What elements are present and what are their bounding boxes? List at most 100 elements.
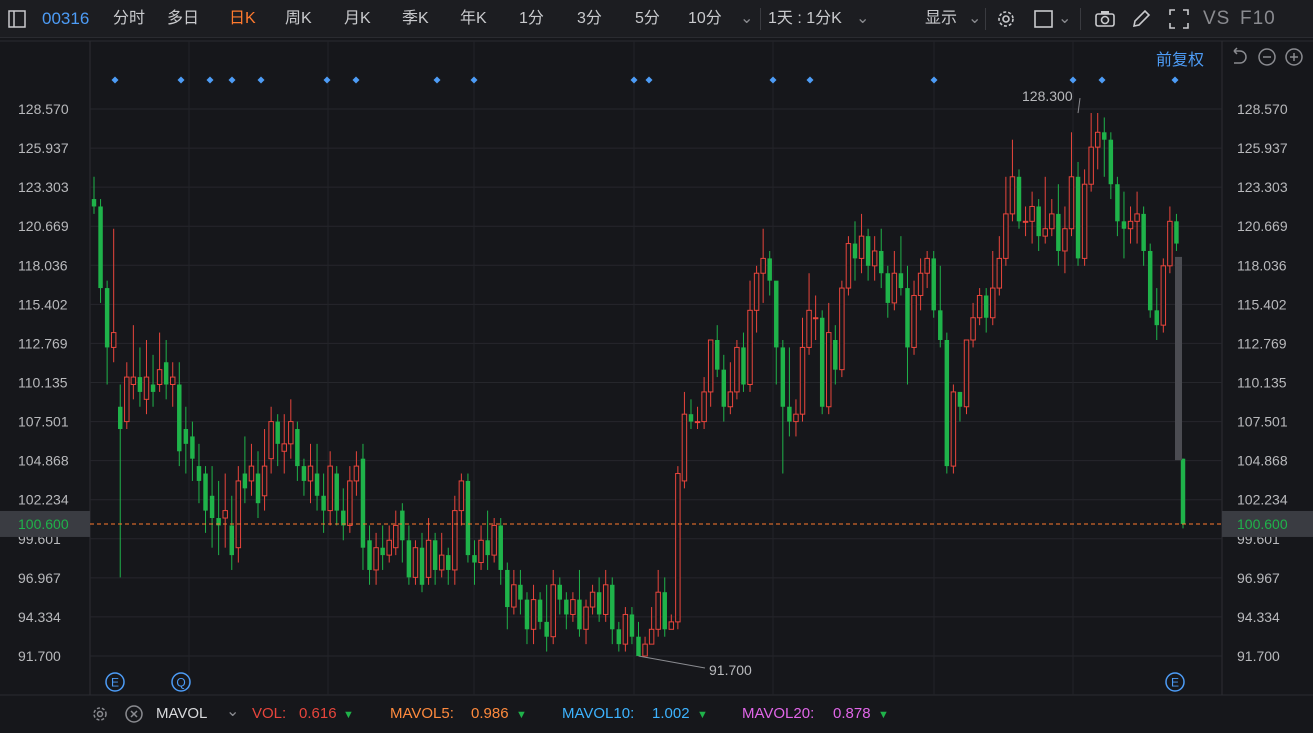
chevron-down-icon[interactable]: ⌄ [740,0,753,38]
candlestick-chart[interactable]: 128.570 128.570 125.937 125.937 123.303 123.3… [0,38,1313,698]
candle-body [1075,176,1081,259]
candle-body [485,540,490,556]
candle-body [295,429,300,467]
candle-body [774,280,779,348]
event-diamond-icon[interactable] [769,76,777,84]
price-axis-label-left: 91.700 [18,648,61,664]
close-icon[interactable] [124,704,144,729]
event-diamond-icon[interactable] [806,76,814,84]
tab-multiday[interactable]: 多日 [167,0,199,38]
price-axis-label-right: 102.234 [1237,492,1288,508]
event-diamond-icon[interactable] [433,76,441,84]
event-marker-label: Q [176,676,185,690]
tab-weekly-k[interactable]: 周K [285,0,312,38]
candle-body [976,294,983,319]
fullscreen-icon[interactable] [1168,8,1190,30]
candle-body [550,584,556,638]
price-axis-label-left: 128.570 [18,101,69,117]
candle-body [655,591,661,630]
candle-body [1121,221,1127,229]
chevron-down-icon[interactable]: ⌄ [968,0,981,38]
price-axis-label-right: 110.135 [1237,375,1287,391]
event-diamond-icon[interactable] [645,76,653,84]
vol-value: 0.616 [299,705,337,722]
candle-body [845,243,852,289]
tab-daily-k[interactable]: 日K [229,0,256,38]
event-diamond-icon[interactable] [1098,76,1106,84]
candle-body [1081,183,1088,259]
tab-3min[interactable]: 3分 [577,0,602,38]
candle-body [885,273,891,303]
tab-10min[interactable]: 10分 [688,0,722,38]
settings-icon[interactable] [995,8,1017,30]
chevron-down-icon[interactable]: ⌄ [1058,0,1071,38]
candle-body [432,540,438,570]
candle-body [741,347,746,385]
f10-button[interactable]: F10 [1240,0,1276,38]
event-diamond-icon[interactable] [228,76,236,84]
event-diamond-icon[interactable] [930,76,938,84]
tab-5min[interactable]: 5分 [635,0,660,38]
candle-body [865,236,871,266]
event-diamond-icon[interactable] [111,76,119,84]
event-diamond-icon[interactable] [257,76,265,84]
event-diamond-icon[interactable] [470,76,478,84]
display-menu[interactable]: 显示 [925,0,957,38]
volume-indicator-bar: MAVOL ⌄ VOL: 0.616 ▼ MAVOL5: 0.986 ▼ MAV… [0,700,1313,733]
event-diamond-icon[interactable] [1069,76,1077,84]
chevron-down-icon[interactable]: ⌄ [226,701,239,721]
candle-body [891,272,898,304]
stock-code[interactable]: 00316 [42,0,89,38]
candle-body [636,636,641,656]
candle-body [524,599,530,630]
price-axis-label-right: 96.967 [1237,570,1280,586]
candle-body [406,540,412,578]
period-selector[interactable]: 1天 : 1分K [768,0,842,38]
event-diamond-icon[interactable] [206,76,214,84]
settings-icon[interactable] [90,704,110,729]
candle-body [602,584,609,615]
candle-body [209,495,215,519]
event-diamond-icon[interactable] [630,76,638,84]
candle-body [668,621,675,630]
event-diamond-icon[interactable] [352,76,360,84]
chevron-down-icon[interactable]: ⌄ [856,0,869,38]
tab-monthly-k[interactable]: 月K [344,0,371,38]
candle-body [412,547,419,578]
price-axis-label-left: 94.334 [18,609,61,625]
candle-body [275,421,280,444]
price-axis-label-right: 112.769 [1237,335,1287,351]
pencil-icon[interactable] [1130,8,1152,30]
panel-toggle-icon[interactable] [6,8,28,30]
tab-yearly-k[interactable]: 年K [460,0,487,38]
event-diamond-icon[interactable] [323,76,331,84]
candle-body [190,436,195,459]
candle-body [701,391,707,423]
candle-body [367,540,372,570]
candle-body [229,525,234,556]
candle-body [688,414,694,422]
candle-body [104,288,110,348]
candle-body [858,235,865,259]
down-arrow-icon: ▼ [878,709,889,721]
price-axis-label-left: 123.303 [18,179,69,195]
event-diamond-icon[interactable] [177,76,185,84]
indicator-selector[interactable]: MAVOL [156,705,207,722]
candle-body [616,629,622,645]
tab-1min[interactable]: 1分 [519,0,544,38]
candle-body [438,554,445,571]
square-icon[interactable] [1033,8,1055,30]
candle-body [425,539,432,578]
candle-body [91,199,97,207]
camera-icon[interactable] [1094,8,1116,30]
candle-body [222,510,228,519]
candle-body [557,584,563,600]
candle-body [681,413,688,482]
candle-body [1022,220,1029,223]
event-diamond-icon[interactable] [1171,76,1179,84]
vs-button[interactable]: VS [1203,0,1230,38]
tab-intraday[interactable]: 分时 [113,0,145,38]
candle-body [596,592,602,615]
tab-quarterly-k[interactable]: 季K [402,0,429,38]
candle-body [727,391,734,408]
